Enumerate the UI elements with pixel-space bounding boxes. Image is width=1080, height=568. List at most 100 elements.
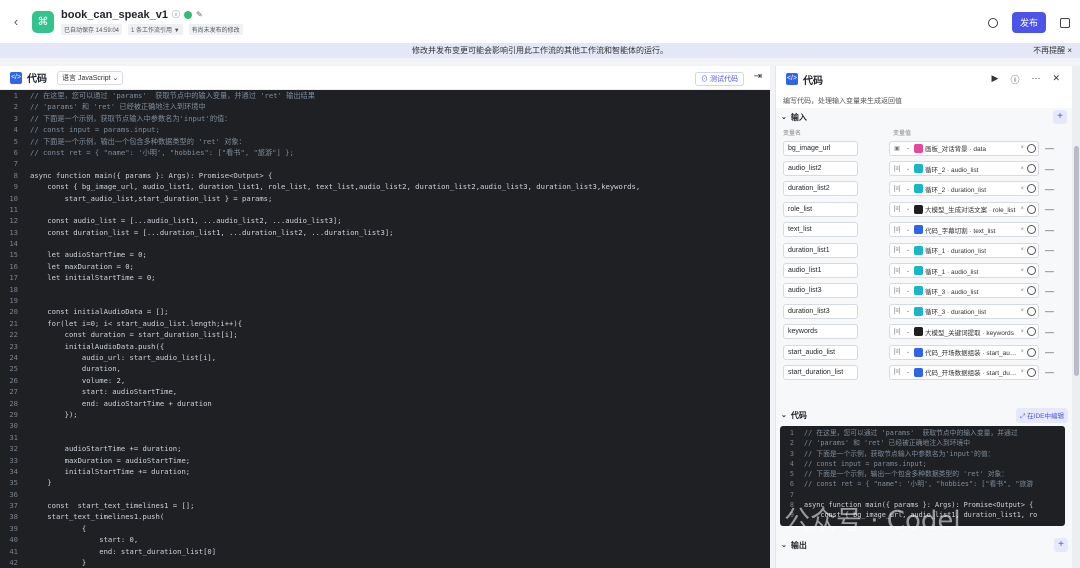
chevron-down-icon[interactable]: ⌄ bbox=[781, 113, 787, 121]
code-line[interactable]: 17 let initialStartTime = 0; bbox=[0, 272, 770, 283]
code-line[interactable]: 3 // 下面是一个示例，获取节点输入中参数名为'input'的值： bbox=[0, 113, 770, 124]
chevron-down-icon[interactable]: ⌄ bbox=[904, 369, 912, 375]
code-line[interactable]: 19 bbox=[0, 295, 770, 306]
clear-icon[interactable]: × bbox=[1017, 166, 1027, 172]
clear-icon[interactable]: × bbox=[1017, 349, 1027, 355]
chevron-down-icon[interactable]: ⌄ bbox=[904, 349, 912, 355]
variable-name-input[interactable]: audio_list3 bbox=[783, 283, 858, 299]
code-line[interactable]: 16 let maxDuration = 0; bbox=[0, 261, 770, 272]
code-line[interactable]: 26 volume: 2, bbox=[0, 375, 770, 386]
code-section-header[interactable]: ⌄ 代码 ⤢ 在IDE中编辑 bbox=[776, 406, 1073, 424]
remove-input-icon[interactable]: — bbox=[1045, 184, 1054, 194]
code-line[interactable]: 7 bbox=[780, 490, 1065, 500]
info-icon[interactable] bbox=[1027, 164, 1036, 174]
variable-reference-select[interactable]: [≡] ⌄ 代码_开场数据组装 · start_dur··· × bbox=[889, 364, 1039, 380]
add-output-button[interactable]: + bbox=[1054, 538, 1068, 552]
clear-icon[interactable]: × bbox=[1017, 145, 1027, 151]
panel-scrollbar[interactable] bbox=[1072, 66, 1080, 568]
code-line[interactable]: 39 { bbox=[0, 523, 770, 534]
variable-reference-select[interactable]: ▣ ⌄ 画板_对话背景 · data × bbox=[889, 140, 1039, 156]
variable-name-input[interactable]: duration_list3 bbox=[783, 303, 858, 319]
variable-name-input[interactable]: duration_list1 bbox=[783, 242, 858, 258]
edit-in-ide-button[interactable]: ⤢ 在IDE中编辑 bbox=[1016, 407, 1068, 423]
code-line[interactable]: 15 let audioStartTime = 0; bbox=[0, 249, 770, 260]
variable-reference-select[interactable]: [≡] ⌄ 大模型_关键词提取 · keywords × bbox=[889, 324, 1039, 340]
remove-input-icon[interactable]: — bbox=[1045, 367, 1054, 377]
variable-name-input[interactable]: bg_image_url bbox=[783, 140, 858, 156]
code-line[interactable]: 2 // 'params' 和 'ret' 已经被正确地注入到环境中 bbox=[0, 101, 770, 112]
code-preview[interactable]: 1 // 在这里，您可以通过 'params' 获取节点中的输入变量，并通过 2 //… bbox=[780, 426, 1065, 526]
chevron-down-icon[interactable]: ⌄ bbox=[904, 227, 912, 233]
code-line[interactable]: 2 // 'params' 和 'ret' 已经被正确地注入到环境中 bbox=[780, 438, 1065, 448]
code-line[interactable]: 32 audioStartTime += duration; bbox=[0, 443, 770, 454]
chevron-down-icon[interactable]: ⌄ bbox=[904, 166, 912, 172]
add-input-button[interactable]: + bbox=[1053, 110, 1067, 124]
code-line[interactable]: 13 const duration_list = [...duration_li… bbox=[0, 227, 770, 238]
variable-name-input[interactable]: audio_list1 bbox=[783, 263, 858, 279]
remove-input-icon[interactable]: — bbox=[1045, 225, 1054, 235]
history-icon[interactable] bbox=[987, 17, 998, 28]
variable-reference-select[interactable]: [≡] ⌄ 代码_字幕切割 · text_list × bbox=[889, 222, 1039, 238]
variable-name-input[interactable]: text_list bbox=[783, 222, 858, 238]
code-line[interactable]: 25 duration, bbox=[0, 363, 770, 374]
clear-icon[interactable]: × bbox=[1017, 186, 1027, 192]
info-icon[interactable] bbox=[1027, 327, 1036, 337]
remove-input-icon[interactable]: — bbox=[1045, 286, 1054, 296]
info-icon[interactable] bbox=[1027, 347, 1036, 357]
remove-input-icon[interactable]: — bbox=[1045, 204, 1054, 214]
variable-reference-select[interactable]: [≡] ⌄ 循环_3 · audio_list × bbox=[889, 283, 1039, 299]
code-line[interactable]: 14 bbox=[0, 238, 770, 249]
code-line[interactable]: 29 }); bbox=[0, 409, 770, 420]
code-line[interactable]: 21 for(let i=0; i< start_audio_list.leng… bbox=[0, 318, 770, 329]
clear-icon[interactable]: × bbox=[1017, 268, 1027, 274]
chevron-down-icon[interactable]: ⌄ bbox=[904, 329, 912, 335]
code-line[interactable]: 23 initialAudioData.push({ bbox=[0, 341, 770, 352]
info-icon[interactable] bbox=[1027, 306, 1036, 316]
code-line[interactable]: 40 start: 0, bbox=[0, 534, 770, 545]
code-line[interactable]: 8 async function main({ params }: Args): … bbox=[0, 170, 770, 181]
code-line[interactable]: 30 bbox=[0, 420, 770, 431]
remove-input-icon[interactable]: — bbox=[1045, 266, 1054, 276]
chevron-down-icon[interactable]: ⌄ bbox=[904, 145, 912, 151]
info-icon[interactable] bbox=[1027, 245, 1036, 255]
code-line[interactable]: 5 // 下面是一个示例，输出一个包含多种数据类型的 'ret' 对象： bbox=[780, 469, 1065, 479]
clear-icon[interactable]: × bbox=[1017, 288, 1027, 294]
close-icon[interactable]: ✕ bbox=[1052, 73, 1060, 86]
code-editor[interactable]: 1 // 在这里，您可以通过 'params' 获取节点中的输入变量，并通过 'r… bbox=[0, 90, 770, 568]
code-line[interactable]: 8 async function main({ params }: Args): … bbox=[780, 500, 1065, 510]
code-line[interactable]: 24 audio_url: start_audio_list[i], bbox=[0, 352, 770, 363]
variable-reference-select[interactable]: [≡] ⌄ 循环_1 · audio_list × bbox=[889, 263, 1039, 279]
code-line[interactable]: 37 const start_text_timelines1 = []; bbox=[0, 500, 770, 511]
code-line[interactable]: 6 // const ret = { "name": '小明', "hobbies… bbox=[780, 479, 1065, 489]
code-line[interactable]: 42 } bbox=[0, 557, 770, 568]
chevron-down-icon[interactable]: ⌄ bbox=[904, 308, 912, 314]
collapse-panel-icon[interactable]: ⇥ bbox=[754, 71, 762, 82]
clear-icon[interactable]: × bbox=[1017, 227, 1027, 233]
code-line[interactable]: 12 const audio_list = [...audio_list1, .… bbox=[0, 215, 770, 226]
variable-reference-select[interactable]: [≡] ⌄ 循环_2 · duration_list × bbox=[889, 181, 1039, 197]
clear-icon[interactable]: × bbox=[1017, 369, 1027, 375]
back-icon[interactable]: ‹ bbox=[2, 14, 30, 29]
chevron-down-icon[interactable]: ⌄ bbox=[781, 541, 787, 549]
variable-reference-select[interactable]: [≡] ⌄ 大模型_生成对话文案 · role_list × bbox=[889, 201, 1039, 217]
code-line[interactable]: 10 start_audio_list,start_duration_list … bbox=[0, 193, 770, 204]
code-line[interactable]: 1 // 在这里，您可以通过 'params' 获取节点中的输入变量，并通过 bbox=[780, 428, 1065, 438]
code-line[interactable]: 20 const initialAudioData = []; bbox=[0, 306, 770, 317]
info-icon[interactable] bbox=[1027, 184, 1036, 194]
code-line[interactable]: 18 bbox=[0, 284, 770, 295]
more-icon[interactable]: ··· bbox=[1031, 73, 1040, 86]
chevron-down-icon[interactable]: ⌄ bbox=[904, 206, 912, 212]
code-line[interactable]: 27 start: audioStartTime, bbox=[0, 386, 770, 397]
code-line[interactable]: 1 // 在这里，您可以通过 'params' 获取节点中的输入变量，并通过 'r… bbox=[0, 90, 770, 101]
variable-reference-select[interactable]: [≡] ⌄ 循环_2 · audio_list × bbox=[889, 161, 1039, 177]
variable-name-input[interactable]: duration_list2 bbox=[783, 181, 858, 197]
language-select[interactable]: 语言 JavaScript ⌄ bbox=[57, 70, 124, 85]
remove-input-icon[interactable]: — bbox=[1045, 347, 1054, 357]
chevron-down-icon[interactable]: ⌄ bbox=[781, 411, 787, 419]
output-section-header[interactable]: ⌄ 输出 + bbox=[776, 536, 1073, 554]
input-section-header[interactable]: ⌄ 输入 + bbox=[776, 108, 1072, 126]
code-line[interactable]: 36 bbox=[0, 489, 770, 500]
code-line[interactable]: 7 bbox=[0, 158, 770, 169]
code-line[interactable]: 9 const { bg_image_url, audio_list1, dur… bbox=[0, 181, 770, 192]
code-line[interactable]: 22 const duration = start_duration_list[… bbox=[0, 329, 770, 340]
